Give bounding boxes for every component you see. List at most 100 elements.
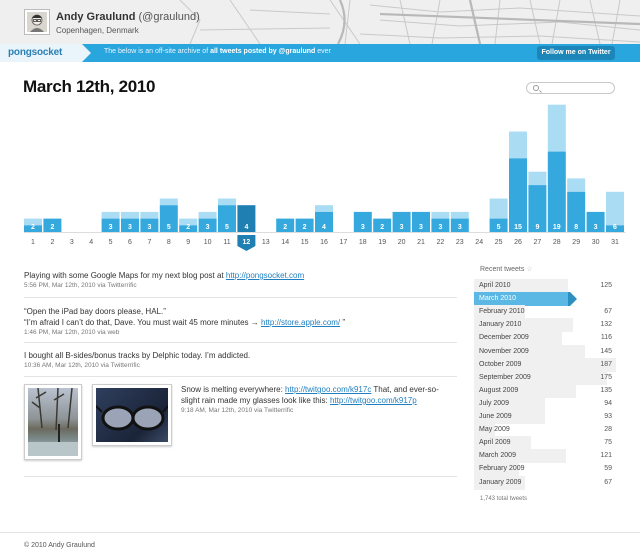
sidebar-month-item[interactable]: August 2009 135 [474, 383, 616, 398]
archive-notice-bold: all tweets posted by @graulund [210, 48, 316, 55]
divider [24, 476, 457, 477]
photo-thumbnail-glasses[interactable] [92, 384, 172, 446]
month-count: 28 [604, 426, 612, 434]
month-label: April 2010 [479, 282, 511, 289]
tweet-body: Snow is melting everywhere: [181, 385, 286, 394]
chart-data-label: 15 [514, 224, 522, 231]
sidebar-title: Recent tweets ☆ [480, 265, 533, 273]
sidebar-month-item[interactable]: March 2010 124 [474, 292, 616, 307]
sidebar-month-item[interactable]: February 2010 67 [474, 305, 616, 320]
chart-bar [121, 218, 139, 232]
sidebar-month-item[interactable]: April 2009 75 [474, 436, 616, 451]
tweet-meta[interactable]: 10:36 AM, Mar 12th, 2010 via Twitterrifi… [24, 362, 454, 369]
sidebar-month-item[interactable]: January 2010 132 [474, 318, 616, 333]
archive-notice-prefix: The below is an off-site archive of [104, 48, 211, 55]
chart-data-label: 2 [303, 224, 307, 231]
tweet-body: “I’m afraid I can’t do that, Dave. You m… [24, 318, 261, 327]
sidebar-month-item[interactable]: March 2009 121 [474, 449, 616, 464]
chart-data-label: 5 [497, 224, 501, 231]
chart-bar [140, 218, 159, 232]
sidebar-month-item[interactable]: January 2009 67 [474, 475, 616, 490]
user-name[interactable]: Andy Graulund (@graulund) [56, 11, 200, 23]
sidebar-month-item[interactable]: October 2009 187 [474, 357, 616, 372]
month-label: July 2009 [479, 399, 509, 407]
month-count: 121 [600, 452, 612, 460]
month-label: December 2009 [479, 334, 529, 342]
chart-data-label: 2 [186, 224, 190, 231]
month-label: April 2009 [479, 439, 511, 447]
snow-photo-icon [28, 388, 78, 456]
tweet-meta[interactable]: 9:18 AM, Mar 12th, 2010 via Twitterrific [181, 407, 456, 414]
chart-data-label: 3 [206, 224, 210, 231]
month-label: May 2009 [479, 426, 510, 434]
chart-day-tick: 19 [378, 239, 386, 246]
month-label: February 2010 [479, 308, 525, 316]
chart-bar [547, 151, 566, 232]
tweet-link[interactable]: http://twitgoo.com/k917c [285, 385, 371, 394]
chart-day-tick: 22 [437, 239, 445, 246]
chart-bar-highlight [567, 178, 586, 192]
chart-day-tick: 13 [262, 239, 270, 246]
chart-bar [315, 211, 333, 232]
divider [24, 297, 457, 298]
chart-bar-highlight [315, 205, 333, 212]
tweet-link[interactable]: http://store.apple.com/ [261, 318, 340, 327]
chart-bar [509, 158, 527, 232]
month-count: 187 [600, 360, 612, 368]
month-count: 94 [604, 399, 612, 407]
avatar[interactable] [24, 9, 50, 35]
search-icon [533, 85, 539, 91]
chart-bar-highlight [179, 218, 198, 226]
chart-bar-highlight [198, 211, 217, 219]
avatar-face-icon [30, 14, 44, 32]
sidebar-month-item[interactable]: May 2009 28 [474, 423, 616, 438]
chart-data-label: 4 [322, 224, 326, 231]
chart-bar-highlight [24, 218, 42, 226]
sidebar-month-item[interactable]: December 2009 116 [474, 331, 616, 346]
selected-day-marker [237, 235, 256, 251]
sidebar-month-item[interactable]: September 2009 175 [474, 370, 616, 385]
footer-divider [0, 532, 640, 533]
site-logo[interactable]: pongsocket [8, 47, 62, 58]
chart-day-tick: 21 [417, 239, 425, 246]
tweet-link[interactable]: http://twitgoo.com/k917p [330, 396, 417, 405]
month-label: June 2009 [479, 413, 512, 420]
month-label: August 2009 [479, 386, 519, 394]
tweet-body: I bought all B-sides/bonus tracks by Del… [24, 351, 251, 360]
chart-day-tick: 24 [475, 239, 483, 246]
chart-bar [450, 218, 469, 232]
page-title: March 12th, 2010 [23, 77, 156, 96]
sidebar-month-item[interactable]: April 2010 125 [474, 279, 616, 293]
search-input[interactable] [526, 82, 615, 94]
sidebar-month-item[interactable]: July 2009 94 [474, 396, 616, 411]
tweet-link[interactable]: http://pongsocket.com [226, 271, 304, 280]
chart-day-tick: 9 [186, 239, 190, 246]
sidebar-month-item[interactable]: February 2009 59 [474, 462, 616, 477]
follow-button[interactable]: Follow me on Twitter [537, 46, 615, 60]
tweet-item: “Open the iPad bay doors please, HAL.” “… [24, 306, 454, 336]
chart-data-label: 5 [167, 224, 171, 231]
chart-day-tick: 10 [204, 239, 212, 246]
chart-bar [431, 218, 450, 232]
photo-thumbnail-snow[interactable] [24, 384, 82, 460]
chart-day-tick: 23 [456, 239, 464, 246]
tweet-meta[interactable]: 1:46 PM, Mar 12th, 2010 via web [24, 329, 454, 336]
chart-day-tick: 25 [495, 239, 503, 246]
chart-data-label: 2 [283, 224, 287, 231]
chart-data-label: 3 [361, 224, 365, 231]
tweet-meta[interactable]: 5:56 PM, Mar 12th, 2010 via Twitterrific [24, 282, 454, 289]
sidebar-month-item[interactable]: June 2009 93 [474, 410, 616, 424]
sidebar-month-item[interactable]: November 2009 145 [474, 344, 616, 359]
glasses-photo-icon [96, 405, 168, 431]
chart-data-label: 3 [109, 224, 113, 231]
total-tweets: 1,743 total tweets [480, 496, 528, 502]
archive-notice-suffix: ever [315, 48, 331, 55]
user-location: Copenhagen, Denmark [56, 26, 139, 35]
divider [24, 342, 457, 343]
rss-icon[interactable]: ☆ [526, 266, 532, 273]
chart-bar [218, 205, 236, 232]
chart-bar-highlight [140, 211, 159, 219]
chart-data-label: 3 [458, 224, 462, 231]
chart-bar [586, 211, 605, 232]
chart-bar-highlight [450, 211, 469, 219]
